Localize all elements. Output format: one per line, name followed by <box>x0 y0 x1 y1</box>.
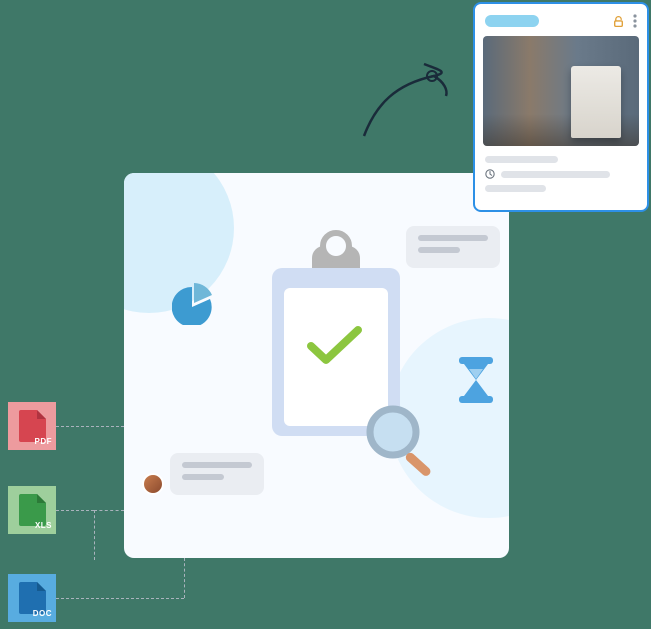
file-badge-xls[interactable]: XLS <box>8 486 56 534</box>
chat-bubble <box>406 226 500 268</box>
connector-line <box>56 426 124 427</box>
connector-line <box>56 510 94 511</box>
hourglass-icon <box>457 357 495 408</box>
file-badge-label: DOC <box>33 609 52 618</box>
connector-line <box>94 510 124 511</box>
file-badge-label: PDF <box>35 437 53 446</box>
preview-meta <box>475 146 647 210</box>
chat-bubble <box>170 453 264 495</box>
file-badge-doc[interactable]: DOC <box>8 574 56 622</box>
clock-icon <box>485 169 495 179</box>
connector-line <box>184 558 185 598</box>
preview-header <box>475 4 647 36</box>
connector-line <box>56 598 184 599</box>
file-badge-pdf[interactable]: PDF <box>8 402 56 450</box>
file-badge-label: XLS <box>35 521 52 530</box>
checkmark-icon <box>306 324 364 368</box>
connector-line <box>94 510 95 560</box>
preview-card[interactable] <box>473 2 649 212</box>
magnifier-icon <box>364 403 442 486</box>
preview-thumbnail[interactable] <box>483 36 639 146</box>
main-card <box>124 173 509 558</box>
kebab-menu-icon[interactable] <box>633 14 637 28</box>
avatar <box>142 473 164 495</box>
pie-chart-icon <box>172 281 216 325</box>
lock-open-icon[interactable] <box>612 15 625 28</box>
preview-title-placeholder <box>485 15 539 27</box>
arrow-icon <box>356 54 466 144</box>
